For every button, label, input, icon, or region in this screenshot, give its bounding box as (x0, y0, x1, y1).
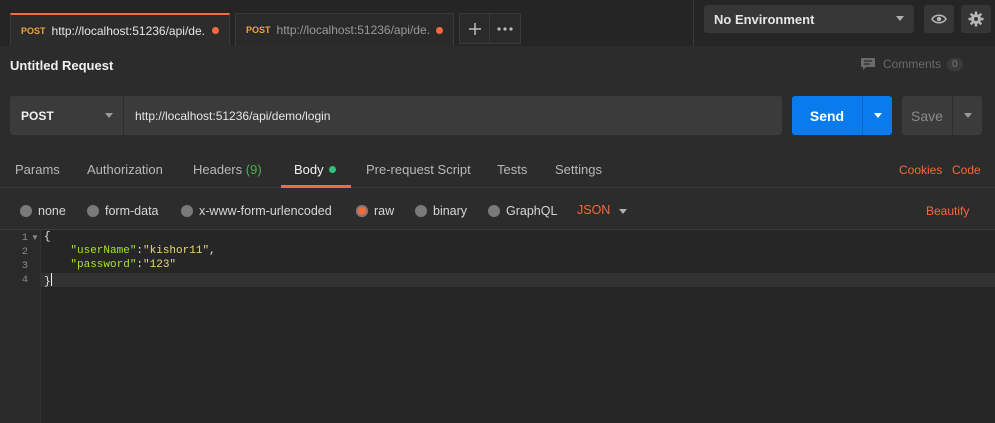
chevron-down-icon[interactable] (619, 209, 627, 214)
beautify-link[interactable]: Beautify (926, 204, 969, 218)
unsaved-dot-icon (436, 26, 443, 34)
tab-bar: POST http://localhost:51236/api/de... PO… (0, 0, 995, 46)
tab-tests[interactable]: Tests (497, 162, 527, 177)
environment-label: No Environment (714, 11, 815, 27)
code-line-2: "userName":"kishor11", (44, 245, 216, 257)
send-options-button[interactable] (862, 96, 892, 135)
url-bar: POST (10, 96, 782, 135)
environment-quick-look-button[interactable] (924, 5, 954, 33)
tab-url: http://localhost:51236/api/de... (51, 23, 207, 38)
code-link[interactable]: Code (952, 163, 981, 177)
save-options-button[interactable] (952, 96, 982, 135)
line-number-gutter: 1 ▼ 2 3 4 (0, 230, 41, 423)
tab-headers[interactable]: Headers (9) (193, 162, 262, 177)
environment-select[interactable]: No Environment (704, 5, 914, 33)
code-line-1: { (44, 231, 51, 243)
radio-label: x-www-form-urlencoded (199, 204, 332, 218)
tab-body[interactable]: Body (294, 162, 336, 177)
cookies-link[interactable]: Cookies (899, 163, 942, 177)
unsaved-dot-icon (212, 27, 219, 34)
active-tab-indicator (281, 185, 351, 188)
chevron-down-icon (105, 113, 113, 118)
method-select[interactable]: POST (10, 96, 124, 135)
request-tab-active[interactable]: POST http://localhost:51236/api/de... (10, 13, 230, 46)
active-line-highlight (41, 273, 995, 287)
divider (693, 0, 694, 46)
save-button-group: Save (902, 96, 982, 135)
comment-icon (861, 58, 875, 70)
manage-environments-button[interactable] (961, 5, 991, 33)
new-tab-button[interactable] (459, 13, 491, 44)
url-input[interactable] (124, 96, 782, 135)
headers-count: (9) (245, 162, 262, 177)
line-number: 2 (21, 246, 28, 258)
plus-icon (469, 22, 481, 35)
tab-pre-request-script[interactable]: Pre-request Script (366, 162, 471, 177)
radio-label: form-data (105, 204, 159, 218)
json-comma: , (209, 245, 216, 257)
radio-binary[interactable]: binary (415, 204, 467, 218)
radio-label: GraphQL (506, 204, 558, 218)
tab-method: POST (21, 25, 46, 36)
more-icon (497, 26, 513, 31)
radio-label: binary (433, 204, 468, 218)
line-number: 3 (21, 260, 28, 272)
radio-graphql[interactable]: GraphQL (488, 204, 557, 218)
format-select[interactable]: JSON (577, 203, 610, 217)
tab-body-label: Body (294, 162, 324, 177)
tab-params[interactable]: Params (15, 162, 60, 177)
chevron-down-icon (963, 113, 972, 118)
radio-icon (181, 205, 193, 217)
json-key: "userName" (70, 245, 137, 257)
tab-options-button[interactable] (489, 13, 521, 44)
chevron-down-icon (896, 16, 904, 21)
line-number: 4 (21, 274, 28, 286)
comments-button[interactable]: Comments 0 (860, 57, 963, 71)
tab-method: POST (246, 25, 271, 35)
brace: } (44, 276, 51, 288)
code-editor[interactable]: 1 ▼ 2 3 4 { "userName":"kishor11", "pass… (0, 229, 995, 423)
send-button-group: Send (792, 96, 892, 135)
tab-settings[interactable]: Settings (555, 162, 602, 177)
eye-icon (931, 14, 947, 24)
request-tab[interactable]: POST http://localhost:51236/api/de... (235, 13, 454, 46)
tab-headers-label: Headers (193, 162, 243, 177)
tab-url: http://localhost:51236/api/de... (276, 23, 431, 37)
save-button[interactable]: Save (902, 96, 952, 135)
brace: { (44, 231, 51, 243)
radio-form-data[interactable]: form-data (87, 204, 159, 218)
send-button[interactable]: Send (792, 96, 862, 135)
radio-selected-icon (356, 205, 368, 217)
radio-urlencoded[interactable]: x-www-form-urlencoded (181, 204, 332, 218)
gear-icon (968, 11, 984, 27)
json-value: "123" (143, 259, 177, 271)
code-line-3: "password":"123" (44, 259, 176, 271)
json-value: "kishor11" (143, 245, 210, 257)
request-title[interactable]: Untitled Request (10, 58, 113, 73)
radio-icon (488, 205, 500, 217)
radio-icon (20, 205, 32, 217)
comments-count-badge: 0 (947, 57, 963, 71)
tab-authorization[interactable]: Authorization (87, 162, 163, 177)
comments-label: Comments (883, 57, 942, 71)
text-cursor (50, 273, 52, 286)
radio-icon (87, 205, 99, 217)
radio-icon (415, 205, 427, 217)
line-number: 1 (21, 232, 28, 244)
body-type-options: none form-data x-www-form-urlencoded raw… (0, 198, 995, 226)
method-label: POST (21, 108, 54, 123)
radio-none[interactable]: none (20, 204, 66, 218)
fold-arrow-icon[interactable]: ▼ (31, 233, 39, 242)
json-key: "password" (70, 259, 137, 271)
radio-label: raw (374, 204, 395, 218)
radio-label: none (38, 204, 66, 218)
status-dot-icon (328, 166, 336, 173)
request-tabs: Params Authorization Headers (9) Body Pr… (0, 152, 995, 188)
chevron-down-icon (873, 113, 882, 118)
radio-raw[interactable]: raw (356, 204, 394, 218)
code-line-4: } (44, 273, 52, 288)
